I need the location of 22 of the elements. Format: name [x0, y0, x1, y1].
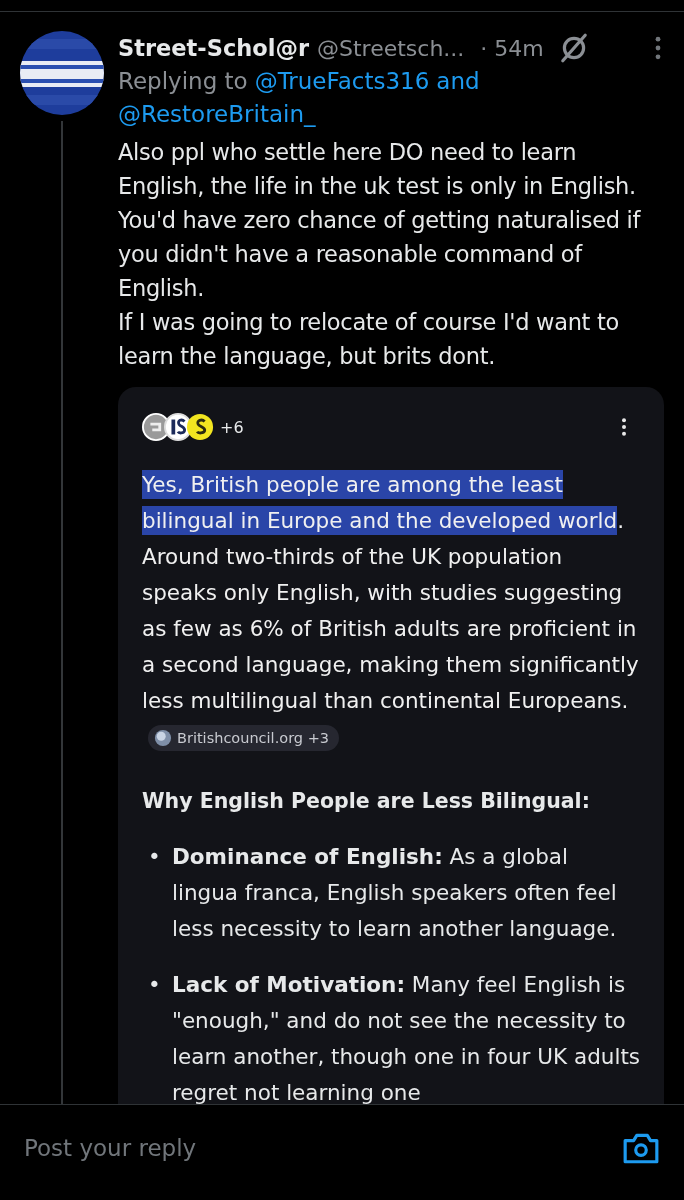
answer-paragraph: Yes, British people are among the least bilingual in Europe and the developed world. Around two-thirds of the UK population speaks only English, with studies suggesting as few as 6% of British adults are proficient in a second language, making them significantly less multilingual than continental Europeans. Britishcouncil.org +3 [142, 467, 640, 755]
author-handle: @Streetsch... [317, 35, 465, 61]
globe-icon [154, 729, 172, 747]
bullet-item: Lack of Motivation: Many feel English is "enough," and do not see the necessity to learn another, though one in four UK adults regret not learning one [172, 971, 640, 1104]
replying-label: Replying to [118, 67, 248, 96]
post-text: If I was going to relocate of course I'd want to learn the language, but brits dont. [118, 308, 620, 371]
post-text: Also ppl who settle here DO need to learn English, the life in the uk test is only in English. You'd have zero chance of getting naturalised if you didn't have a reasonable command of English. [118, 138, 642, 303]
bullet-marker: • [147, 971, 162, 999]
mention-link[interactable]: @TrueFacts316 [254, 65, 430, 98]
reply-input[interactable]: Post your reply [24, 1134, 622, 1161]
post-time: · 54m [480, 35, 544, 61]
citation-chip[interactable]: Britishcouncil.org +3 [148, 725, 340, 751]
citation-label: Britishcouncil.org +3 [177, 729, 330, 748]
source-logo-icon [186, 413, 214, 441]
source-count[interactable]: +6 [220, 417, 244, 437]
more-options-icon[interactable] [620, 417, 628, 437]
conjunction: and [436, 67, 480, 96]
author-name[interactable]: Street-Schol@r [118, 35, 309, 61]
section-heading: Why English People are Less Bilingual: [142, 789, 591, 813]
bullet-marker: • [147, 843, 162, 871]
bullet-item: Dominance of English: As a global lingua franca, English speakers often feel less necessity to learn another language. [172, 843, 618, 943]
mention-link[interactable]: @RestoreBritain_ [118, 98, 316, 131]
